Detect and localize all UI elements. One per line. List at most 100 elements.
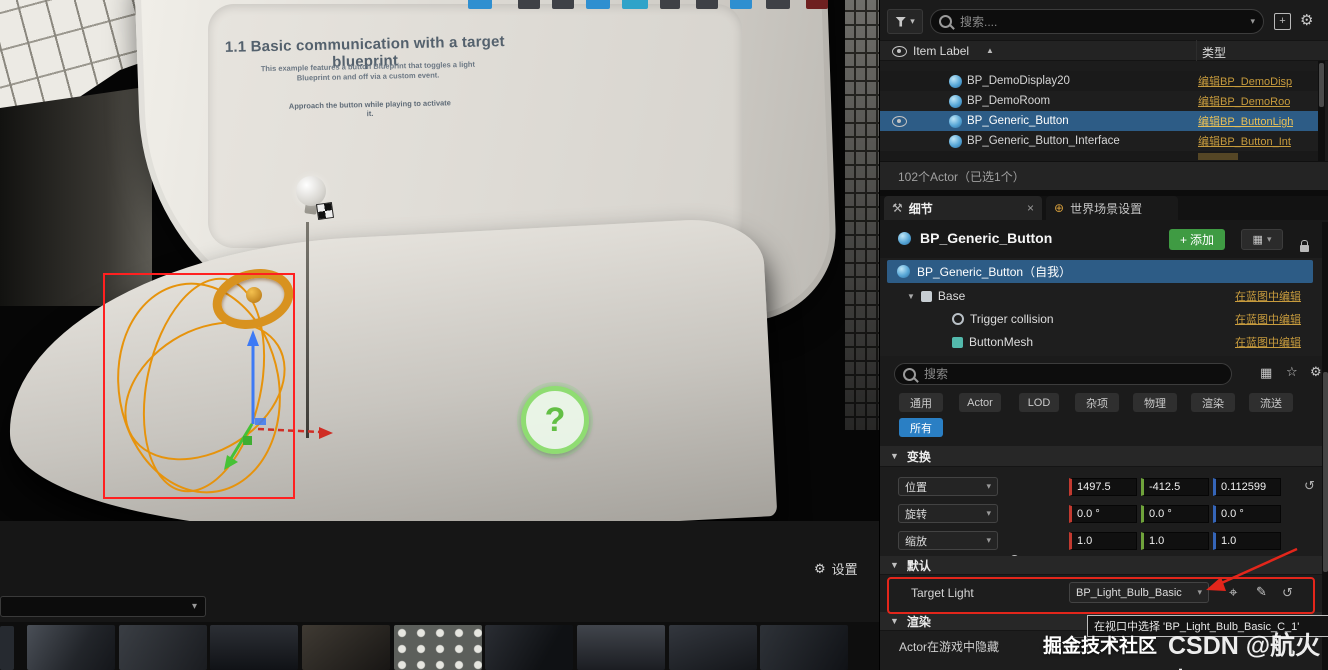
scale-x-field[interactable]: 1.0: [1069, 532, 1137, 550]
content-thumbnail[interactable]: [302, 625, 390, 670]
filter-chip-general[interactable]: 通用: [899, 393, 943, 412]
edit-in-blueprint-link[interactable]: 在蓝图中编辑: [1235, 311, 1301, 327]
content-thumbnail-partial[interactable]: [0, 626, 14, 670]
sort-ascending-icon: ▲: [986, 46, 994, 55]
funnel-icon: [895, 16, 907, 27]
details-search-input[interactable]: [922, 366, 1223, 382]
filter-chip-all[interactable]: 所有: [899, 418, 943, 437]
filter-chip-rendering[interactable]: 渲染: [1191, 393, 1235, 412]
content-thumbnail[interactable]: [119, 625, 207, 670]
section-header-transform[interactable]: ▼ 变换: [880, 446, 1328, 467]
content-thumbnail[interactable]: [394, 625, 482, 670]
edit-blueprint-link[interactable]: 编辑BP_DemoRoo: [1198, 93, 1290, 109]
content-thumbnail[interactable]: [669, 625, 757, 670]
eye-icon[interactable]: [892, 46, 907, 57]
filter-chip-streaming[interactable]: 流送: [1249, 393, 1293, 412]
filter-chip-misc[interactable]: 杂项: [1075, 393, 1119, 412]
viewport-settings-button[interactable]: ⚙ 设置: [814, 559, 858, 578]
location-label-dropdown[interactable]: 位置 ▾: [898, 477, 998, 496]
tab-details[interactable]: ⚒ 细节 ×: [884, 196, 1042, 220]
content-thumbnail[interactable]: [577, 625, 665, 670]
actor-label: BP_Generic_Button_Interface: [967, 135, 1120, 147]
section-default-label: 默认: [906, 558, 931, 573]
details-scrollbar[interactable]: [1322, 222, 1328, 670]
disclosure-triangle-icon[interactable]: ▼: [907, 292, 915, 301]
gear-icon: ⚙: [814, 560, 826, 576]
gear-icon[interactable]: ⚙: [1300, 11, 1313, 29]
content-browser-dropdown[interactable]: ▾: [0, 596, 206, 617]
content-thumbnail[interactable]: [760, 625, 848, 670]
filter-chip-actor[interactable]: Actor: [959, 393, 1001, 412]
scrollbar-thumb[interactable]: [1319, 63, 1324, 107]
location-y-field[interactable]: -412.5: [1141, 478, 1209, 496]
scale-label-dropdown[interactable]: 缩放 ▾: [898, 531, 998, 550]
content-thumbnail[interactable]: [210, 625, 298, 670]
rotation-y-field[interactable]: 0.0 °: [1141, 505, 1209, 523]
add-component-button[interactable]: + 添加: [1169, 229, 1225, 250]
edit-blueprint-link[interactable]: 编辑BP_DemoDisp: [1198, 73, 1292, 89]
component-row[interactable]: Trigger collision 在蓝图中编辑: [880, 308, 1328, 330]
column-header-type[interactable]: 类型: [1202, 44, 1226, 61]
blueprint-actor-icon: [949, 134, 962, 148]
gear-icon[interactable]: ⚙: [1310, 365, 1322, 378]
content-thumbnail[interactable]: [27, 625, 115, 670]
scrollbar-thumb[interactable]: [1323, 372, 1328, 572]
edit-in-blueprint-link[interactable]: 在蓝图中编辑: [1235, 288, 1301, 304]
triangle-down-icon: ▼: [890, 616, 899, 626]
scale-label: 缩放: [905, 535, 927, 548]
outliner-row[interactable]: BP_DemoDisplay20 编辑BP_DemoDisp: [880, 71, 1318, 91]
scale-y-field[interactable]: 1.0: [1141, 532, 1209, 550]
component-label: Trigger collision: [970, 312, 1054, 326]
edit-blueprint-link-partial: [1198, 153, 1238, 160]
outliner-filter-button[interactable]: ▾: [887, 9, 923, 34]
details-view-options-button[interactable]: ▦ ▾: [1241, 229, 1283, 250]
edit-in-blueprint-link[interactable]: 在蓝图中编辑: [1235, 334, 1301, 350]
chevron-down-icon: ▾: [910, 16, 915, 26]
section-header-default[interactable]: ▼ 默认: [880, 556, 1328, 575]
outliner-row[interactable]: BP_DemoRoom 编辑BP_DemoRoo: [880, 91, 1318, 111]
column-header-item-label[interactable]: Item Label: [913, 44, 969, 58]
chevron-down-icon: ▾: [1266, 234, 1272, 244]
component-label: Base: [937, 289, 966, 303]
blueprint-actor-icon: [949, 94, 962, 108]
scale-z-field[interactable]: 1.0: [1213, 532, 1281, 550]
unreal-editor-window: 1.1 Basic communication with a target bl…: [0, 0, 1328, 670]
edit-blueprint-link[interactable]: 编辑BP_ButtonLigh: [1198, 113, 1293, 129]
eye-icon[interactable]: [892, 115, 907, 127]
rotation-z-field[interactable]: 0.0 °: [1213, 505, 1281, 523]
location-z-field[interactable]: 0.112599: [1213, 478, 1281, 496]
content-thumbnail[interactable]: [485, 625, 573, 670]
add-level-icon[interactable]: +: [1274, 13, 1291, 30]
rotation-x-field[interactable]: 0.0 °: [1069, 505, 1137, 523]
actor-count-status: 102个Actor（已选1个）: [898, 169, 1025, 184]
component-row[interactable]: ▼ Base 在蓝图中编辑: [880, 285, 1328, 307]
outliner-row[interactable]: BP_Generic_Button_Interface 编辑BP_Button_…: [880, 131, 1318, 151]
component-row[interactable]: ButtonMesh 在蓝图中编辑: [880, 331, 1328, 353]
selection-annotation-box: [103, 273, 295, 499]
blueprint-actor-icon: [897, 265, 910, 278]
chevron-down-icon: ▾: [986, 508, 991, 518]
filter-chip-lod[interactable]: LOD: [1019, 393, 1059, 412]
outliner-row-selected[interactable]: BP_Generic_Button 编辑BP_ButtonLigh: [880, 111, 1318, 131]
location-x-field[interactable]: 1497.5: [1069, 478, 1137, 496]
add-component-label: 添加: [1190, 233, 1215, 247]
component-row-self[interactable]: BP_Generic_Button（自我）: [887, 260, 1313, 283]
outliner-scrollbar[interactable]: [1318, 61, 1325, 161]
tab-world-settings[interactable]: ⊕ 世界场景设置: [1046, 196, 1178, 220]
grid-icon[interactable]: ▦: [1260, 366, 1272, 379]
viewport-3d[interactable]: 1.1 Basic communication with a target bl…: [0, 0, 879, 521]
rotation-label-dropdown[interactable]: 旋转 ▾: [898, 504, 998, 523]
close-icon[interactable]: ×: [1027, 201, 1034, 215]
outliner-search-input[interactable]: [958, 13, 1245, 30]
reset-to-default-icon[interactable]: ↺: [1304, 479, 1315, 492]
right-dock-panel: ▾ ▾ + ⚙ Item Label ▲ 类型 BP_DemoDisplay20…: [879, 0, 1328, 670]
lock-icon[interactable]: [1300, 240, 1309, 252]
blueprint-actor-icon: [898, 232, 911, 245]
chevron-down-icon: ▾: [1250, 16, 1255, 26]
edit-blueprint-link[interactable]: 编辑BP_Button_Int: [1198, 133, 1291, 149]
help-button[interactable]: ?: [521, 386, 589, 454]
blueprint-actor-icon: [949, 74, 962, 88]
star-icon[interactable]: ☆: [1286, 365, 1298, 378]
filter-chip-physics[interactable]: 物理: [1133, 393, 1177, 412]
search-icon: [903, 367, 916, 381]
